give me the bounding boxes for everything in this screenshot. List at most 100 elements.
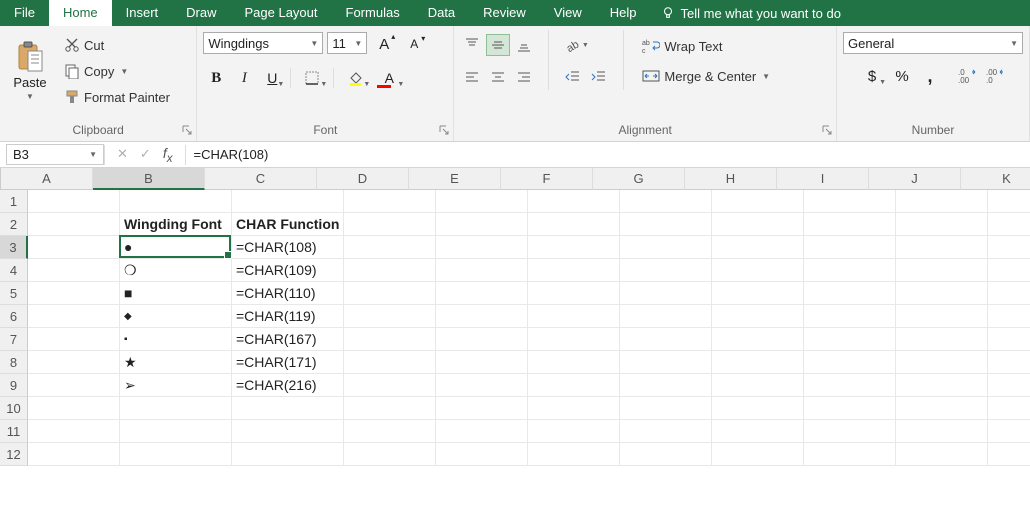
cell[interactable] [988, 420, 1030, 443]
row-header[interactable]: 11 [0, 420, 28, 443]
cell[interactable]: ▪ [120, 328, 232, 351]
number-format-combo[interactable]: General▼ [843, 32, 1023, 54]
paste-button[interactable]: Paste ▼ [6, 37, 54, 101]
tab-data[interactable]: Data [414, 0, 469, 26]
align-left-button[interactable] [460, 66, 484, 88]
cell[interactable] [28, 282, 120, 305]
cell[interactable] [712, 213, 804, 236]
fill-color-button[interactable]: ▼ [339, 66, 371, 90]
align-right-button[interactable] [512, 66, 536, 88]
cell[interactable] [28, 443, 120, 466]
cell[interactable] [620, 190, 712, 213]
dialog-launcher-icon[interactable] [822, 125, 832, 135]
cell[interactable] [896, 282, 988, 305]
copy-button[interactable]: Copy ▼ [58, 60, 176, 82]
italic-button[interactable]: I [231, 66, 257, 90]
cell[interactable] [620, 259, 712, 282]
cell[interactable] [120, 443, 232, 466]
decrease-indent-button[interactable] [561, 66, 585, 88]
tab-file[interactable]: File [0, 0, 49, 26]
cell[interactable] [344, 443, 436, 466]
cell[interactable] [344, 397, 436, 420]
cell[interactable] [896, 328, 988, 351]
percent-button[interactable]: % [889, 64, 915, 88]
cell[interactable] [232, 420, 344, 443]
cell[interactable]: =CHAR(171) [232, 351, 344, 374]
cell[interactable] [232, 190, 344, 213]
cell[interactable] [712, 190, 804, 213]
cell[interactable] [896, 443, 988, 466]
cell[interactable] [896, 190, 988, 213]
cell[interactable] [988, 305, 1030, 328]
cell[interactable] [988, 328, 1030, 351]
cell[interactable] [804, 190, 896, 213]
cell[interactable] [344, 328, 436, 351]
cell[interactable]: =CHAR(119) [232, 305, 344, 328]
cell[interactable] [436, 443, 528, 466]
cell[interactable] [528, 190, 620, 213]
enter-icon[interactable]: ✓ [140, 146, 151, 162]
row-header[interactable]: 3 [0, 236, 28, 259]
cell[interactable] [620, 351, 712, 374]
tab-view[interactable]: View [540, 0, 596, 26]
cell[interactable] [896, 397, 988, 420]
row-header[interactable]: 7 [0, 328, 28, 351]
cell[interactable] [528, 305, 620, 328]
column-header[interactable]: D [317, 168, 409, 190]
cell[interactable]: ■ [120, 282, 232, 305]
cell[interactable]: ❍ [120, 259, 232, 282]
cell[interactable] [436, 420, 528, 443]
cell[interactable] [436, 282, 528, 305]
cell[interactable] [528, 236, 620, 259]
cell[interactable]: =CHAR(167) [232, 328, 344, 351]
cell[interactable] [232, 397, 344, 420]
cell[interactable] [436, 190, 528, 213]
accounting-format-button[interactable]: $▼ [857, 64, 887, 88]
cell[interactable] [712, 282, 804, 305]
column-header[interactable]: E [409, 168, 501, 190]
select-all-corner[interactable] [0, 168, 1, 190]
cell[interactable] [712, 420, 804, 443]
cell[interactable] [804, 236, 896, 259]
cell[interactable] [896, 259, 988, 282]
column-header[interactable]: G [593, 168, 685, 190]
cell[interactable]: =CHAR(110) [232, 282, 344, 305]
cell[interactable] [344, 190, 436, 213]
cell[interactable] [344, 282, 436, 305]
cell[interactable] [988, 213, 1030, 236]
row-header[interactable]: 2 [0, 213, 28, 236]
tab-page-layout[interactable]: Page Layout [231, 0, 332, 26]
cell[interactable] [344, 351, 436, 374]
formula-input[interactable]: =CHAR(108) [186, 147, 1030, 162]
cancel-icon[interactable]: ✕ [117, 146, 128, 162]
row-header[interactable]: 10 [0, 397, 28, 420]
dialog-launcher-icon[interactable] [182, 125, 192, 135]
cell[interactable] [620, 305, 712, 328]
column-header[interactable]: F [501, 168, 593, 190]
row-header[interactable]: 9 [0, 374, 28, 397]
cell[interactable] [528, 397, 620, 420]
cell[interactable] [344, 213, 436, 236]
cell[interactable] [436, 236, 528, 259]
dialog-launcher-icon[interactable] [439, 125, 449, 135]
tab-formulas[interactable]: Formulas [332, 0, 414, 26]
cell[interactable] [804, 420, 896, 443]
cut-button[interactable]: Cut [58, 34, 176, 56]
wrap-text-button[interactable]: abc Wrap Text [636, 35, 776, 57]
column-header[interactable]: H [685, 168, 777, 190]
cell[interactable] [988, 282, 1030, 305]
cell[interactable] [620, 328, 712, 351]
cell[interactable] [988, 259, 1030, 282]
tab-review[interactable]: Review [469, 0, 540, 26]
cell[interactable]: =CHAR(216) [232, 374, 344, 397]
increase-indent-button[interactable] [587, 66, 611, 88]
border-button[interactable]: ▼ [296, 66, 328, 90]
cell[interactable]: =CHAR(109) [232, 259, 344, 282]
cell[interactable] [712, 236, 804, 259]
cell[interactable] [620, 443, 712, 466]
cell[interactable] [804, 213, 896, 236]
orientation-button[interactable]: ab▼ [561, 34, 593, 56]
column-header[interactable]: K [961, 168, 1030, 190]
row-header[interactable]: 6 [0, 305, 28, 328]
cell[interactable] [620, 420, 712, 443]
